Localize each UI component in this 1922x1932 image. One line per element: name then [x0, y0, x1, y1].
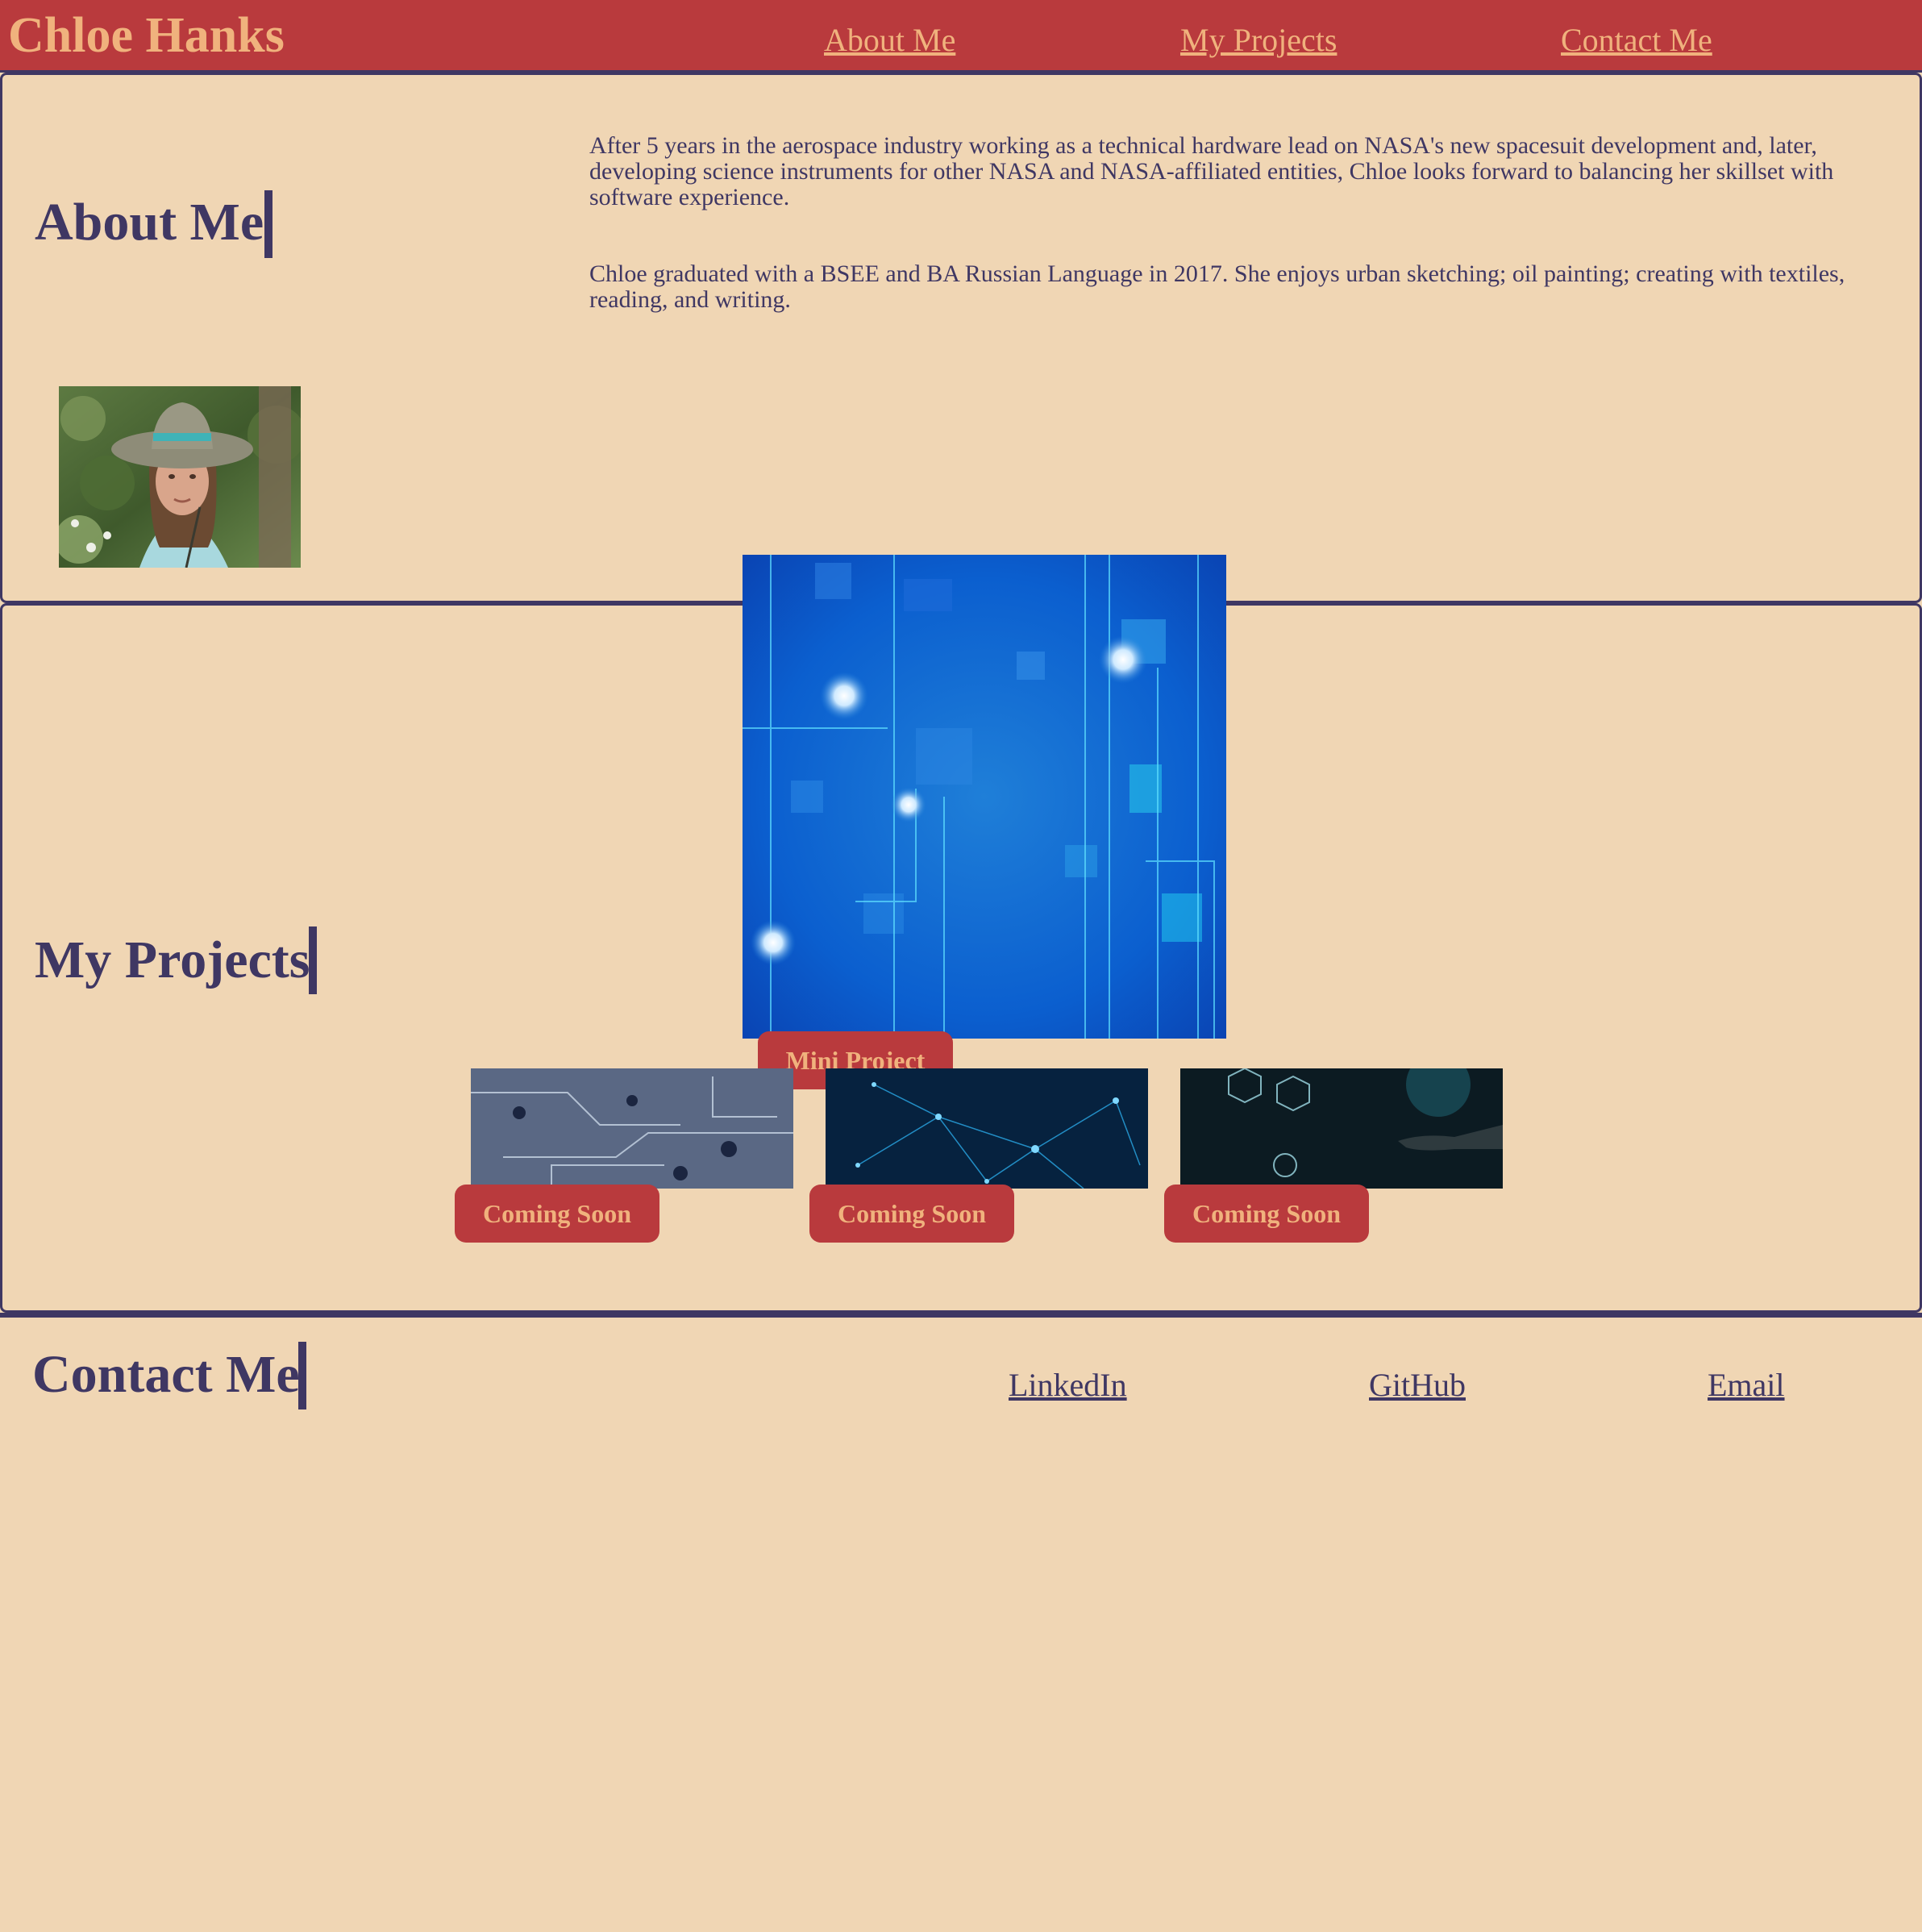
- project-thumb-2[interactable]: [826, 1068, 1148, 1189]
- about-heading: About Me: [35, 193, 264, 252]
- profile-photo: [59, 386, 301, 568]
- nav-about-me-link[interactable]: About Me: [824, 18, 955, 63]
- coming-soon-button-1[interactable]: Coming Soon: [455, 1185, 659, 1243]
- nav-my-projects-link[interactable]: My Projects: [1180, 18, 1337, 63]
- about-heading-bar: [264, 190, 272, 258]
- about-section: About Me After 5 years in the aerospace …: [0, 73, 1922, 603]
- contact-divider: [0, 1313, 1922, 1318]
- site-title: Chloe Hanks: [8, 8, 285, 63]
- project-thumb-3[interactable]: [1180, 1068, 1503, 1189]
- site-header: Chloe Hanks About Me My Projects Contact…: [0, 0, 1922, 73]
- circuit-board-image-icon: [471, 1068, 793, 1189]
- linkedin-link[interactable]: LinkedIn: [1009, 1363, 1127, 1408]
- network-mesh-image-icon: [826, 1068, 1148, 1189]
- profile-photo-icon: [59, 386, 301, 568]
- projects-heading: My Projects: [35, 931, 310, 989]
- contact-heading: Contact Me: [32, 1345, 300, 1404]
- coming-soon-button-3[interactable]: Coming Soon: [1164, 1185, 1369, 1243]
- github-link[interactable]: GitHub: [1369, 1363, 1466, 1408]
- coming-soon-button-2[interactable]: Coming Soon: [809, 1185, 1014, 1243]
- about-paragraph-1: After 5 years in the aerospace industry …: [589, 132, 1834, 210]
- email-link[interactable]: Email: [1708, 1363, 1785, 1408]
- contact-heading-bar: [298, 1342, 306, 1409]
- projects-heading-bar: [309, 926, 317, 994]
- nav-contact-me-link[interactable]: Contact Me: [1561, 18, 1712, 63]
- digital-interface-image-icon: [1180, 1068, 1503, 1189]
- featured-project-image[interactable]: [743, 555, 1226, 1039]
- about-paragraph-2: Chloe graduated with a BSEE and BA Russi…: [589, 260, 1845, 313]
- tech-background-icon: [743, 555, 1226, 1039]
- project-thumb-1[interactable]: [471, 1068, 793, 1189]
